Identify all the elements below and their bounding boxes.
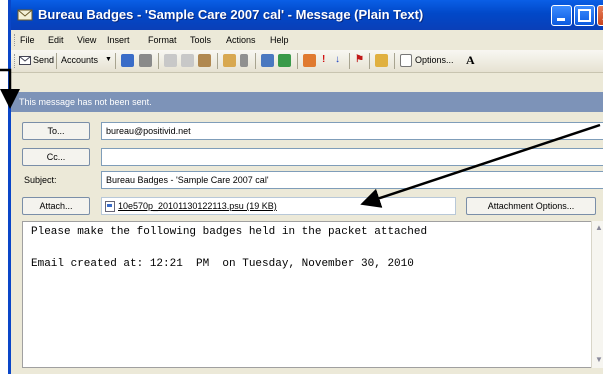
- close-button[interactable]: [597, 5, 603, 26]
- subject-label: Subject:: [24, 175, 57, 185]
- to-field[interactable]: bureau@positivid.net: [101, 122, 603, 140]
- menu-actions[interactable]: Actions: [226, 35, 256, 45]
- maximize-icon: [578, 9, 591, 22]
- permission-icon[interactable]: [303, 54, 316, 67]
- toolbar-separator: [115, 53, 116, 69]
- maximize-button[interactable]: [574, 5, 595, 26]
- menu-bar: File Edit View Insert Format Tools Actio…: [11, 30, 603, 50]
- to-button[interactable]: To...: [22, 122, 90, 140]
- outlook-message-window: Bureau Badges - 'Sample Care 2007 cal' -…: [8, 0, 603, 374]
- menu-edit[interactable]: Edit: [48, 35, 64, 45]
- minimize-icon: [557, 18, 565, 21]
- scroll-up-icon[interactable]: ▲: [595, 223, 603, 232]
- menu-insert[interactable]: Insert: [107, 35, 130, 45]
- attachment-link[interactable]: 10e570p_20101130122113.psu (19 KB): [118, 198, 277, 214]
- check-names-icon[interactable]: [278, 54, 291, 67]
- menu-file[interactable]: File: [20, 35, 35, 45]
- print-icon[interactable]: [139, 54, 152, 67]
- high-importance-icon[interactable]: !: [322, 54, 325, 65]
- cc-button[interactable]: Cc...: [22, 148, 90, 166]
- toolbar-separator: [297, 53, 298, 69]
- attach-file-icon[interactable]: [223, 54, 236, 67]
- cc-field[interactable]: [101, 148, 603, 166]
- body-line: Please make the following badges held in…: [31, 226, 428, 238]
- accounts-button[interactable]: Accounts: [61, 55, 98, 65]
- send-icon: [19, 56, 31, 65]
- toolbar-grip[interactable]: [14, 54, 17, 68]
- options-button[interactable]: Options...: [415, 55, 454, 65]
- minimize-button[interactable]: [551, 5, 572, 26]
- toolbar-separator: [217, 53, 218, 69]
- message-body[interactable]: Please make the following badges held in…: [22, 221, 602, 368]
- address-book-icon[interactable]: [261, 54, 274, 67]
- save-icon[interactable]: [121, 54, 134, 67]
- menu-grip[interactable]: [14, 34, 17, 46]
- toolbar-separator: [349, 53, 350, 69]
- window-title: Bureau Badges - 'Sample Care 2007 cal' -…: [38, 7, 424, 22]
- menu-tools[interactable]: Tools: [190, 35, 211, 45]
- paperclip-icon[interactable]: [240, 54, 248, 67]
- info-bar-text: This message has not been sent.: [19, 97, 152, 107]
- toolbar-separator: [394, 53, 395, 69]
- attachment-options-button[interactable]: Attachment Options...: [466, 197, 596, 215]
- standard-toolbar: Send Accounts ▼ ! ↓ ⚑ Options... A: [11, 50, 603, 73]
- toolbar-separator: [158, 53, 159, 69]
- font-button[interactable]: A: [466, 53, 475, 68]
- title-bar[interactable]: Bureau Badges - 'Sample Care 2007 cal' -…: [11, 0, 603, 30]
- toolbar-separator: [369, 53, 370, 69]
- toolbar-separator: [255, 53, 256, 69]
- envelope-icon: [17, 9, 33, 21]
- paste-icon[interactable]: [198, 54, 211, 67]
- body-line: Email created at: 12:21 PM on Tuesday, N…: [31, 258, 414, 270]
- file-icon: [105, 201, 115, 212]
- send-button[interactable]: Send: [33, 55, 54, 65]
- attachment-field: 10e570p_20101130122113.psu (19 KB): [101, 197, 456, 215]
- copy-icon[interactable]: [181, 54, 194, 67]
- menu-format[interactable]: Format: [148, 35, 177, 45]
- cut-icon[interactable]: [164, 54, 177, 67]
- toolbar-separator: [56, 53, 57, 69]
- follow-up-flag-icon[interactable]: ⚑: [355, 54, 364, 65]
- scroll-down-icon[interactable]: ▼: [595, 355, 603, 364]
- subject-field[interactable]: Bureau Badges - 'Sample Care 2007 cal': [101, 171, 603, 189]
- attach-button[interactable]: Attach...: [22, 197, 90, 215]
- close-icon: [602, 11, 603, 20]
- chevron-down-icon[interactable]: ▼: [105, 56, 112, 63]
- folder-icon[interactable]: [375, 54, 388, 67]
- options-icon[interactable]: [400, 54, 412, 67]
- low-importance-icon[interactable]: ↓: [335, 54, 340, 65]
- menu-view[interactable]: View: [77, 35, 96, 45]
- vertical-scrollbar[interactable]: ▲ ▼: [591, 221, 603, 368]
- info-bar: This message has not been sent.: [11, 92, 603, 112]
- menu-help[interactable]: Help: [270, 35, 289, 45]
